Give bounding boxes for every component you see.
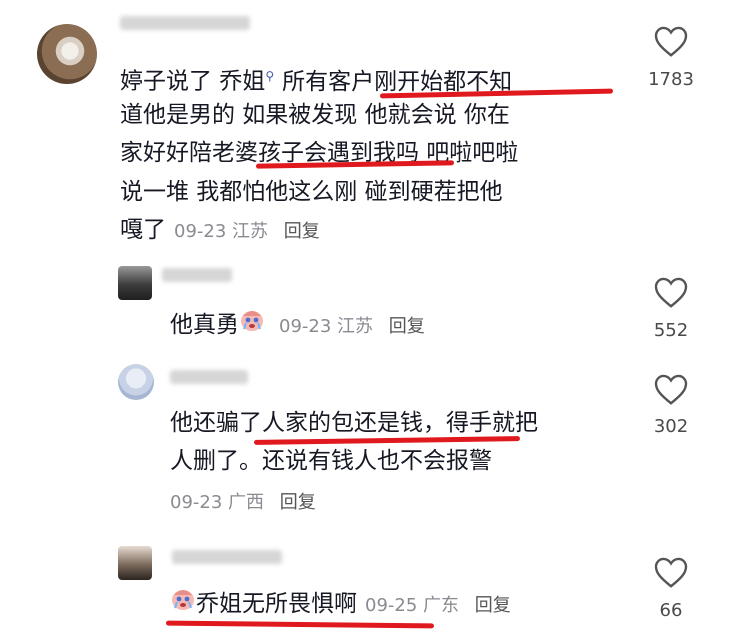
comment-location: 江苏	[232, 221, 269, 242]
comment-text: 他真勇 09-23 江苏 回复	[170, 306, 425, 347]
username-blurred[interactable]	[162, 268, 232, 282]
comment-date: 09-23	[174, 221, 227, 242]
comment-location: 广西	[228, 492, 265, 513]
like-count: 302	[653, 416, 689, 437]
like-count: 1783	[648, 69, 694, 90]
comment-text-line-4: 说一堆 我都怕他这么刚 碰到硬茬把他	[120, 179, 503, 205]
reply-button[interactable]: 回复	[389, 316, 425, 337]
comment-text: 乔姐无所畏惧啊 09-25 广东 回复	[170, 585, 511, 626]
reply-button[interactable]: 回复	[280, 492, 316, 513]
username-blurred[interactable]	[172, 550, 282, 564]
comment-text-line-2: 人删了。还说有钱人也不会报警	[170, 448, 492, 474]
username-blurred[interactable]	[120, 16, 250, 30]
comment-text-line-5: 嘎了 09-23 江苏 回复	[120, 217, 320, 243]
avatar[interactable]	[37, 24, 97, 84]
avatar[interactable]	[118, 266, 152, 300]
comment-date: 09-25	[365, 595, 418, 616]
avatar[interactable]	[118, 546, 152, 580]
like-count: 66	[659, 600, 683, 621]
comment-location: 江苏	[337, 316, 374, 337]
reply-button[interactable]: 回复	[284, 221, 320, 242]
comment-meta: 09-23 广西 回复	[170, 488, 316, 514]
heart-outline-icon[interactable]	[653, 275, 689, 309]
reply-button[interactable]: 回复	[475, 595, 511, 616]
heart-outline-icon[interactable]	[653, 372, 689, 406]
heart-outline-icon[interactable]	[653, 555, 689, 589]
search-tag-icon: ⚲	[265, 69, 275, 83]
comment-date: 09-23	[170, 492, 223, 513]
username-blurred[interactable]	[170, 370, 248, 384]
comment-text-line-2: 道他是男的 如果被发现 他就会说 你在	[120, 102, 510, 128]
heart-outline-icon[interactable]	[653, 24, 689, 58]
comment-date: 09-23	[279, 316, 332, 337]
crying-face-emoji	[172, 590, 194, 610]
comment-location: 广东	[423, 595, 460, 616]
like-count: 552	[653, 320, 689, 341]
crying-face-emoji	[241, 311, 263, 331]
avatar[interactable]	[118, 364, 154, 400]
